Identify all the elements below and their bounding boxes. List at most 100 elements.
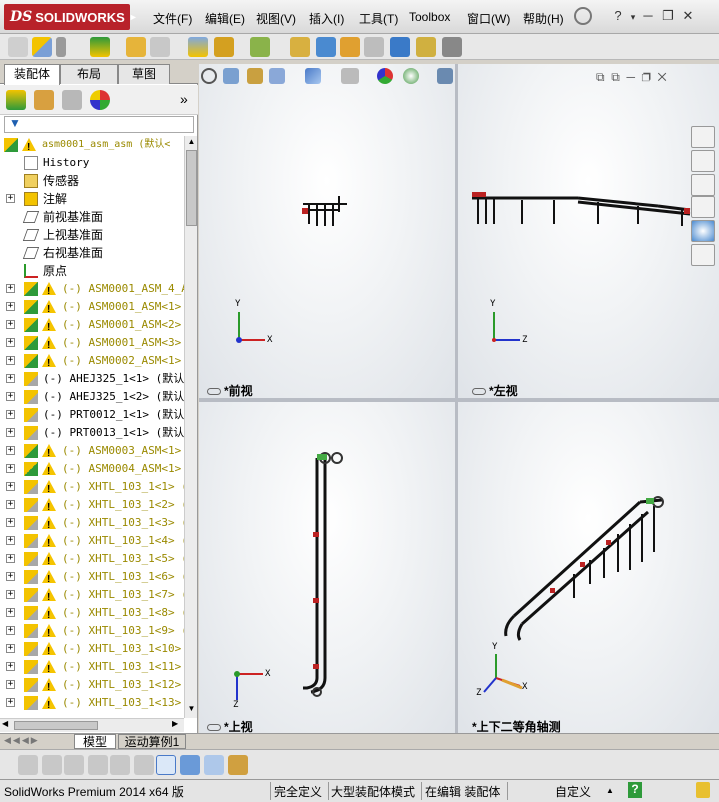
view-trimetric[interactable]: Y X Z *上下二等角轴测 [458,402,719,734]
tool-disabled-4-icon[interactable] [88,755,108,775]
tool-disabled-3-icon[interactable] [64,755,84,775]
expand-icon[interactable]: + [6,464,15,473]
custom-properties-icon[interactable] [691,244,715,266]
expand-icon[interactable]: + [6,482,15,491]
viewport-link-icon[interactable]: ⧉ [611,70,620,84]
tree-item[interactable]: + (-) XHTL_103_1<7> (默 [0,586,184,607]
tree-item[interactable]: + (-) XHTL_103_1<11> ( [0,658,184,679]
expand-panel-icon[interactable]: » [180,91,188,107]
close-button[interactable]: ✕ [678,8,698,24]
new-motion-study-icon[interactable] [250,37,270,57]
expand-icon[interactable]: + [6,518,15,527]
explode-line-icon[interactable] [340,37,360,57]
expand-icon[interactable]: + [6,608,15,617]
design-library-icon[interactable] [691,150,715,172]
file-explorer-icon[interactable] [691,174,715,196]
feature-tree-icon[interactable] [6,90,26,110]
tree-item[interactable]: + (-) XHTL_103_1<3> (默 [0,514,184,535]
show-hidden-icon[interactable] [150,37,170,57]
tree-item[interactable]: 传感器 [0,172,184,190]
expand-icon[interactable]: + [6,572,15,581]
mate-icon[interactable] [32,37,52,57]
tab-scroll-icons[interactable]: ◀◀◀▶ [4,735,40,746]
view-left[interactable]: Y Z *左视 ⧉ ⧉ ─ ❐ ✕ [458,64,719,398]
tree-item[interactable]: + (-) ASM0004_ASM<1> ( [0,460,184,481]
tab-motion-study[interactable]: 运动算例1 [118,734,186,749]
view-settings-icon[interactable] [437,68,453,84]
tree-item[interactable]: + (-) XHTL_103_1<5> (默 [0,550,184,571]
solidworks-logo[interactable]: DS SOLIDWORKS ► [4,4,138,30]
expand-icon[interactable]: + [6,680,15,689]
expand-icon[interactable]: + [6,446,15,455]
linear-pattern-icon[interactable] [90,37,110,57]
tree-item[interactable]: + (-) ASM0003_ASM<1> ( [0,442,184,463]
snapshot-icon[interactable] [416,37,436,57]
edit-appearance-icon[interactable] [377,68,393,84]
apply-scene-icon[interactable] [403,68,419,84]
menu-view[interactable]: 视图(V) [256,10,296,27]
expand-icon[interactable]: + [6,536,15,545]
viewport-close-icon[interactable]: ✕ [658,70,667,84]
previous-view-icon[interactable] [247,68,263,84]
tree-item[interactable]: + (-) XHTL_103_1<9> (默 [0,622,184,643]
tool-disabled-2-icon[interactable] [42,755,62,775]
view-front[interactable]: Y X *前视 [199,64,455,398]
tree-item[interactable]: 右视基准面 [0,244,184,262]
horizontal-splitter[interactable] [199,398,719,402]
tree-filter-input[interactable]: ▼ [4,116,194,133]
tree-item[interactable]: + (-) XHTL_103_1<1> (默 [0,478,184,499]
pin-menu-icon[interactable] [574,7,592,25]
minimize-button[interactable]: ─ [638,8,658,23]
property-manager-icon[interactable] [34,90,54,110]
tab-assembly[interactable]: 装配体 [4,64,60,85]
expand-icon[interactable]: + [6,320,15,329]
view-top[interactable]: Z X *上视 [199,402,455,734]
layout-two-icon[interactable] [204,755,224,775]
tree-item[interactable]: + (-) XHTL_103_1<10> ( [0,640,184,661]
zoom-to-fit-icon[interactable] [201,68,217,84]
expand-icon[interactable]: + [6,410,15,419]
scroll-up-icon[interactable]: ▲ [186,137,197,149]
menu-help[interactable]: 帮助(H) [523,10,564,27]
menu-file[interactable]: 文件(F) [153,10,192,27]
move-component-icon[interactable] [126,37,146,57]
tree-item[interactable]: + (-) XHTL_103_1<4> (默 [0,532,184,553]
tree-item[interactable]: + (-) XHTL_103_1<6> (默 [0,568,184,589]
graphics-area[interactable]: Y X *前视 Y Z *左视 ⧉ ⧉ ─ ❐ ✕ Z X *上视 Y X Z … [199,64,719,734]
tree-vertical-scrollbar[interactable]: ▲ ▼ [184,136,197,718]
scroll-down-icon[interactable]: ▼ [186,704,197,716]
scroll-right-icon[interactable]: ▶ [172,719,178,728]
expand-icon[interactable]: + [6,428,15,437]
tool-disabled-5-icon[interactable] [110,755,130,775]
bill-of-materials-icon[interactable] [290,37,310,57]
layout-quad-icon[interactable] [180,755,200,775]
tool-disabled-1-icon[interactable] [18,755,38,775]
tree-item[interactable]: + (-) PRT0012_1<1> (默认< [0,406,184,424]
tree-horizontal-scrollbar[interactable]: ◀ ▶ [0,718,184,732]
instant3d-icon[interactable] [364,37,384,57]
expand-icon[interactable]: + [6,626,15,635]
tree-item[interactable]: + (-) XHTL_103_1<8> (默 [0,604,184,625]
expand-icon[interactable]: + [6,392,15,401]
expand-icon[interactable]: + [6,698,15,707]
smart-fastener-icon[interactable] [56,37,66,57]
scroll-left-icon[interactable]: ◀ [2,719,8,728]
expand-icon[interactable]: + [6,374,15,383]
expand-icon[interactable]: + [6,194,15,203]
tree-item[interactable]: + (-) ASM0001_ASM<3> ( [0,334,184,355]
insert-component-icon[interactable] [8,37,28,57]
units-dropdown-icon[interactable]: ▲ [606,786,614,795]
expand-icon[interactable]: + [6,644,15,653]
tree-item[interactable]: + (-) XHTL_103_1<13> ( [0,694,184,715]
expand-icon[interactable]: + [6,284,15,293]
tree-root[interactable]: asm0001_asm_asm (默认< [0,136,184,157]
speedpak-icon[interactable] [390,37,410,57]
viewport-single-icon[interactable]: ⧉ [596,70,605,84]
status-units[interactable]: 自定义 [555,783,591,800]
menu-insert[interactable]: 插入(I) [309,10,344,27]
help-icon[interactable]: ? [608,8,628,23]
expand-icon[interactable]: + [6,338,15,347]
large-assembly-icon[interactable] [442,37,462,57]
tree-item[interactable]: + (-) ASM0001_ASM<1> ( [0,298,184,319]
expand-icon[interactable]: + [6,590,15,599]
